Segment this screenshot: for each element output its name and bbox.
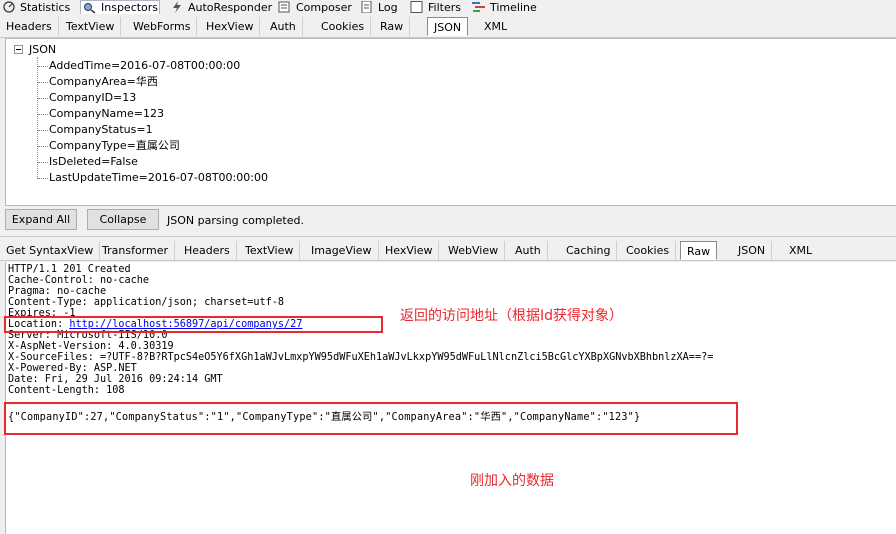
tab-inspectors[interactable]: Inspectors bbox=[80, 0, 160, 14]
tab-label: Timeline bbox=[490, 0, 537, 14]
response-tab-hexview[interactable]: HexView bbox=[379, 241, 440, 260]
request-tab-auth[interactable]: Auth bbox=[264, 17, 303, 36]
header-line: Cache-Control: no-cache bbox=[8, 275, 150, 286]
header-line: Date: Fri, 29 Jul 2016 09:24:14 GMT bbox=[8, 374, 223, 385]
header-line: X-AspNet-Version: 4.0.30319 bbox=[8, 341, 174, 352]
tree-item-label: CompanyArea=华西 bbox=[49, 75, 158, 88]
tree-item-label: CompanyName=123 bbox=[49, 107, 164, 120]
tab-label: AutoResponder bbox=[188, 0, 273, 14]
location-highlight-box bbox=[4, 316, 383, 333]
main-tab-bar: Statistics Inspectors AutoResponder Comp… bbox=[0, 0, 896, 14]
request-tab-hexview[interactable]: HexView bbox=[200, 17, 261, 36]
tree-item[interactable]: CompanyName=123 bbox=[38, 106, 164, 122]
tree-item[interactable]: CompanyArea=华西 bbox=[38, 74, 158, 90]
response-tab-json[interactable]: JSON bbox=[732, 241, 773, 260]
tab-statistics[interactable]: Statistics bbox=[0, 0, 70, 14]
tab-filters[interactable]: Filters bbox=[408, 0, 461, 14]
tree-item-label: CompanyType=直属公司 bbox=[49, 139, 180, 152]
request-tab-webforms[interactable]: WebForms bbox=[127, 17, 198, 36]
checkbox-icon bbox=[410, 1, 424, 13]
tab-label: Statistics bbox=[20, 0, 71, 14]
request-tab-xml[interactable]: XML bbox=[478, 17, 513, 36]
composer-icon bbox=[278, 1, 292, 13]
response-tab-auth[interactable]: Auth bbox=[509, 241, 548, 260]
tree-item-label: LastUpdateTime=2016-07-08T00:00:00 bbox=[49, 171, 268, 184]
tree-item[interactable]: CompanyStatus=1 bbox=[38, 122, 153, 138]
tab-label: Inspectors bbox=[101, 1, 159, 14]
tree-item[interactable]: CompanyType=直属公司 bbox=[38, 138, 180, 154]
response-tab-bar: Get SyntaxView Transformer Headers TextV… bbox=[0, 236, 896, 261]
request-tab-raw[interactable]: Raw bbox=[374, 17, 411, 36]
tree-item[interactable]: IsDeleted=False bbox=[38, 154, 138, 170]
request-tab-textview[interactable]: TextView bbox=[60, 17, 122, 36]
inspectors-icon bbox=[83, 2, 97, 14]
tree-root[interactable]: JSON bbox=[14, 43, 56, 56]
response-tab-imageview[interactable]: ImageView bbox=[305, 241, 379, 260]
expand-all-button[interactable]: Expand All bbox=[5, 209, 77, 230]
collapse-button[interactable]: Collapse bbox=[87, 209, 159, 230]
raw-response-panel: HTTP/1.1 201 Created Cache-Control: no-c… bbox=[5, 262, 896, 534]
response-tab-headers[interactable]: Headers bbox=[178, 241, 237, 260]
response-tab-syntaxview[interactable]: Get SyntaxView bbox=[0, 241, 101, 260]
statistics-icon bbox=[2, 1, 16, 13]
tree-item[interactable]: CompanyID=13 bbox=[38, 90, 136, 106]
collapse-node-icon[interactable] bbox=[14, 45, 23, 54]
request-tab-cookies[interactable]: Cookies bbox=[315, 17, 372, 36]
response-tab-transformer[interactable]: Transformer bbox=[96, 241, 176, 260]
response-tab-raw[interactable]: Raw bbox=[680, 241, 718, 260]
header-line: Content-Length: 108 bbox=[8, 385, 125, 396]
header-line: X-SourceFiles: =?UTF-8?B?RTpcS4eO5Y6fXGh… bbox=[8, 352, 714, 363]
json-tree-panel: JSON AddedTime=2016-07-08T00:00:00 Compa… bbox=[5, 38, 896, 206]
tree-button-strip: Expand All Collapse JSON parsing complet… bbox=[0, 206, 896, 236]
tree-item-label: IsDeleted=False bbox=[49, 155, 138, 168]
body-annotation: 刚加入的数据 bbox=[470, 473, 554, 489]
header-line: X-Powered-By: ASP.NET bbox=[8, 363, 137, 374]
tree-item[interactable]: AddedTime=2016-07-08T00:00:00 bbox=[38, 58, 240, 74]
location-annotation: 返回的访问地址（根据Id获得对象） bbox=[400, 308, 624, 324]
header-line: Content-Type: application/json; charset=… bbox=[8, 297, 285, 308]
response-tab-textview[interactable]: TextView bbox=[239, 241, 301, 260]
tab-timeline[interactable]: Timeline bbox=[470, 0, 537, 14]
tree-item-label: CompanyID=13 bbox=[49, 91, 137, 104]
tree-item-label: CompanyStatus=1 bbox=[49, 123, 153, 136]
tab-label: Log bbox=[378, 0, 398, 14]
response-tab-webview[interactable]: WebView bbox=[442, 241, 506, 260]
lightning-icon bbox=[170, 1, 184, 13]
tab-autoresponder[interactable]: AutoResponder bbox=[168, 0, 272, 14]
response-tab-caching[interactable]: Caching bbox=[560, 241, 618, 260]
header-line: Pragma: no-cache bbox=[8, 286, 107, 297]
log-icon bbox=[360, 0, 374, 14]
tab-label: Composer bbox=[296, 0, 352, 14]
tab-label: Filters bbox=[428, 0, 461, 14]
tab-log[interactable]: Log bbox=[358, 0, 398, 14]
request-tab-json[interactable]: JSON bbox=[427, 17, 469, 36]
request-tab-bar: Headers TextView WebForms HexView Auth C… bbox=[0, 14, 896, 38]
timeline-icon bbox=[472, 1, 486, 13]
tree-item-label: AddedTime=2016-07-08T00:00:00 bbox=[49, 59, 241, 72]
parse-status-text: JSON parsing completed. bbox=[167, 214, 304, 227]
tab-composer[interactable]: Composer bbox=[276, 0, 352, 14]
response-tab-cookies[interactable]: Cookies bbox=[620, 241, 677, 260]
request-tab-headers[interactable]: Headers bbox=[0, 17, 59, 36]
body-highlight-box bbox=[4, 402, 738, 435]
response-tab-xml[interactable]: XML bbox=[783, 241, 818, 260]
status-line: HTTP/1.1 201 Created bbox=[8, 264, 131, 275]
tree-item[interactable]: LastUpdateTime=2016-07-08T00:00:00 bbox=[38, 170, 268, 186]
tree-root-label: JSON bbox=[29, 43, 57, 56]
